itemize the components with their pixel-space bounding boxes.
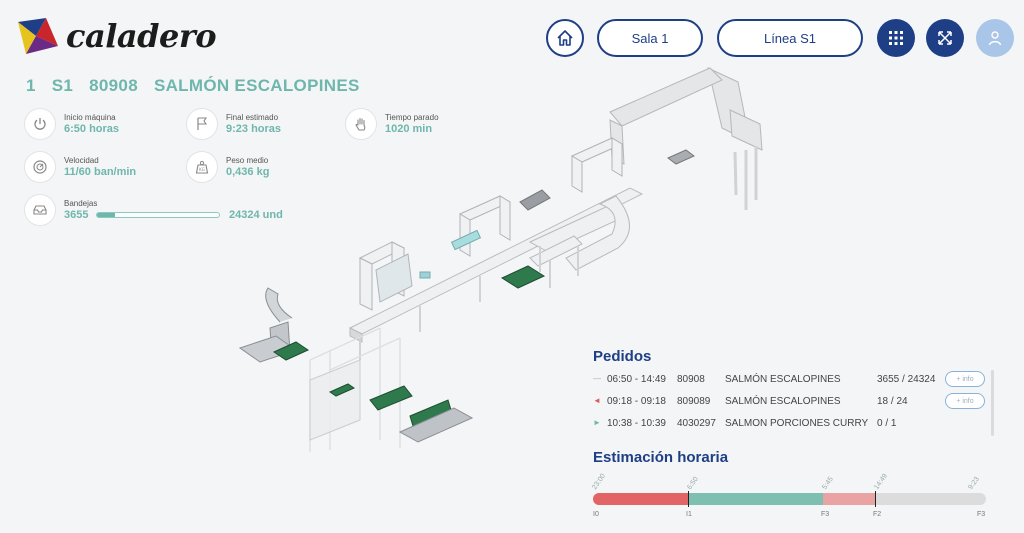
timeline-marker	[688, 491, 689, 507]
stat-speed: Velocidad 11/60 ban/min	[24, 151, 136, 183]
stat-value: 11/60 ban/min	[64, 165, 137, 178]
hourly-timeline: 23:00 6:50 5:45 14:49 9:23 I0 I1 F3 F2 F…	[591, 470, 986, 530]
order-time: 10:38 - 10:39	[607, 418, 666, 429]
order-row[interactable]: — 06:50 - 14:49 80908 SALMÓN ESCALOPINES…	[593, 369, 993, 391]
tray-icon	[24, 194, 56, 226]
timeline-segment-estimated	[823, 493, 875, 505]
brand-name: caladero	[66, 17, 217, 55]
stat-label: Velocidad	[64, 155, 99, 165]
order-marker: —	[593, 374, 601, 383]
speedometer-icon	[24, 151, 56, 183]
timeline-time: 14:49	[873, 472, 890, 491]
order-code: 4030297	[677, 418, 716, 429]
order-code: 80908	[677, 374, 705, 385]
orders-scrollbar[interactable]	[991, 370, 994, 436]
line-selector[interactable]: Línea S1	[717, 19, 863, 57]
order-quantity: 3655 / 24324	[877, 374, 936, 385]
timeline-segment-stopped	[593, 493, 688, 505]
order-quantity: 0 / 1	[877, 418, 897, 429]
order-product: SALMON PORCIONES CURRY	[725, 418, 869, 429]
stat-value: 6:50 horas	[64, 122, 120, 135]
home-button[interactable]	[546, 19, 584, 57]
timeline-time: 9:23	[967, 475, 981, 491]
timeline-time: 6:50	[686, 475, 700, 491]
order-row[interactable]: ◄ 09:18 - 09:18 809089 SALMÓN ESCALOPINE…	[593, 391, 993, 413]
brand-logo[interactable]: caladero	[16, 16, 217, 56]
room-selector[interactable]: Sala 1	[597, 19, 703, 57]
order-quantity: 18 / 24	[877, 396, 908, 407]
stat-label: Bandejas	[64, 198, 98, 208]
order-product: SALMÓN ESCALOPINES	[725, 396, 841, 407]
timeline-label: I0	[593, 511, 599, 518]
orders-list: — 06:50 - 14:49 80908 SALMÓN ESCALOPINES…	[593, 369, 993, 435]
user-profile-button[interactable]	[976, 19, 1014, 57]
order-marker: ►	[593, 418, 601, 427]
grid-icon	[889, 31, 903, 45]
stat-value: 3655	[64, 208, 89, 221]
order-info-button[interactable]: + info	[945, 393, 985, 409]
finish-flag-icon	[186, 108, 218, 140]
fullscreen-button[interactable]	[926, 19, 964, 57]
line-number: 1	[26, 76, 36, 95]
svg-text:KG: KG	[199, 167, 205, 172]
timeline-title: Estimación horaria	[593, 449, 729, 466]
order-product: SALMÓN ESCALOPINES	[725, 374, 841, 385]
caladero-logo-icon	[18, 18, 58, 54]
timeline-time: 23:00	[591, 472, 608, 491]
line-code: S1	[51, 76, 74, 95]
order-marker: ◄	[593, 396, 601, 405]
timeline-segment-pending	[875, 493, 986, 505]
timeline-segment-running	[688, 493, 823, 505]
timeline-label: F3	[821, 511, 830, 518]
timeline-marker	[875, 491, 876, 507]
stat-machine-start: Inicio máquina 6:50 horas	[24, 108, 119, 140]
home-icon	[557, 30, 573, 46]
top-navigation: Sala 1 Línea S1	[546, 19, 1014, 57]
order-number: 80908	[89, 76, 138, 95]
expand-icon	[938, 31, 952, 45]
trays-progress-fill	[97, 213, 116, 217]
timeline-time: 5:45	[821, 475, 835, 491]
stat-trays: Bandejas 3655	[24, 194, 97, 226]
order-row[interactable]: ► 10:38 - 10:39 4030297 SALMON PORCIONES…	[593, 413, 993, 435]
timeline-label: F3	[977, 511, 986, 518]
order-code: 809089	[677, 396, 711, 407]
stat-label: Inicio máquina	[64, 112, 116, 122]
orders-title: Pedidos	[593, 348, 652, 365]
power-icon	[24, 108, 56, 140]
timeline-label: I1	[686, 511, 692, 518]
apps-grid-button[interactable]	[877, 19, 915, 57]
timeline-label: F2	[873, 511, 882, 518]
trays-progress-bar	[96, 212, 220, 218]
order-time: 09:18 - 09:18	[607, 396, 666, 407]
order-time: 06:50 - 14:49	[607, 374, 666, 385]
order-info-button[interactable]: + info	[945, 371, 985, 387]
weight-icon: KG	[186, 151, 218, 183]
user-icon	[988, 31, 1002, 46]
